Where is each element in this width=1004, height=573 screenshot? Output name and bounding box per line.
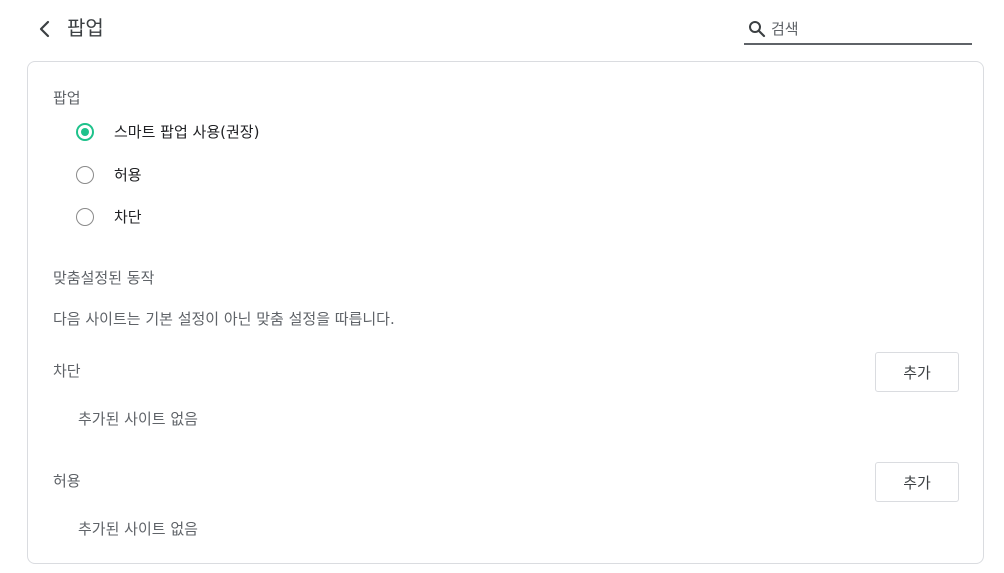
back-button[interactable] [30,14,60,44]
radio-button-checked[interactable] [76,123,94,141]
custom-section-description: 다음 사이트는 기본 설정이 아닌 맞춤 설정을 따릅니다. [53,310,395,328]
add-block-site-button[interactable]: 추가 [875,352,959,392]
radio-allow[interactable]: 허용 [76,161,142,189]
add-allow-site-button[interactable]: 추가 [875,462,959,502]
settings-card: 팝업 스마트 팝업 사용(권장) 허용 차단 맞춤설정된 동작 다음 사이트는 … [27,61,984,564]
page-title: 팝업 [67,16,104,40]
custom-section-label: 맞춤설정된 동작 [53,269,155,287]
block-list-label: 차단 [53,362,81,380]
search-icon [747,19,767,39]
radio-button[interactable] [76,208,94,226]
popup-section-label: 팝업 [53,89,81,107]
block-list-empty-text: 추가된 사이트 없음 [78,410,198,428]
radio-smart-popup[interactable]: 스마트 팝업 사용(권장) [76,118,259,146]
search-input[interactable] [771,14,966,43]
radio-block[interactable]: 차단 [76,203,142,231]
radio-label: 차단 [114,208,142,226]
search-box[interactable] [744,14,972,45]
radio-label: 허용 [114,166,142,184]
radio-button[interactable] [76,166,94,184]
allow-list-empty-text: 추가된 사이트 없음 [78,520,198,538]
radio-label: 스마트 팝업 사용(권장) [114,123,260,141]
chevron-left-icon [39,20,50,38]
allow-list-label: 허용 [53,472,81,490]
